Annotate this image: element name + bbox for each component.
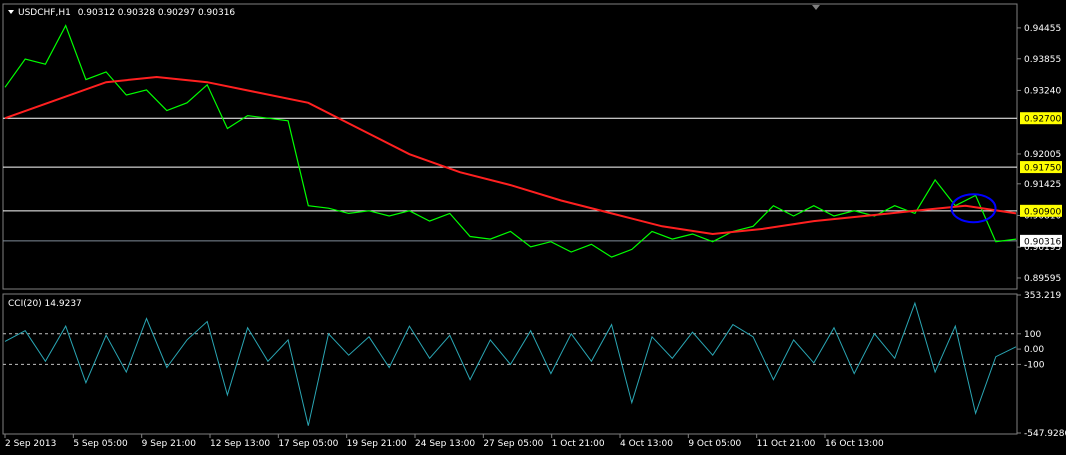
main-frame bbox=[2, 3, 1018, 290]
main-y-tick-label: 0.89595 bbox=[1024, 274, 1061, 284]
x-tick-label: 24 Sep 13:00 bbox=[415, 439, 475, 449]
main-y-tick-label: 0.93855 bbox=[1024, 55, 1061, 65]
price-line bbox=[4, 24, 1017, 258]
cci-y-tick-label: 0.00 bbox=[1024, 345, 1044, 355]
time-axis: 2 Sep 2013 5 Sep 05:00 9 Sep 21:00 12 Sep 1… bbox=[4, 434, 884, 449]
cci-y-tick-label: -547.9286 bbox=[1024, 429, 1066, 439]
x-tick-label: 9 Oct 05:00 bbox=[688, 439, 741, 449]
symbol-timeframe: USDCHF,H1 bbox=[18, 8, 71, 18]
x-tick-label: 5 Sep 05:00 bbox=[73, 439, 128, 449]
main-y-tick-label: 0.91425 bbox=[1024, 180, 1061, 190]
x-tick-label: 9 Sep 21:00 bbox=[142, 439, 197, 449]
cci-label: CCI(20) 14.9237 bbox=[8, 299, 82, 309]
level-label: 0.92700 bbox=[1024, 115, 1061, 125]
menu-triangle-icon[interactable] bbox=[8, 10, 14, 14]
cci-line bbox=[4, 301, 1017, 426]
x-tick-label: 27 Sep 05:00 bbox=[483, 439, 543, 449]
cci-y-axis: 353.219 100 0.00 -100 -547.9286 bbox=[1017, 291, 1066, 439]
level-label: 0.90316 bbox=[1024, 237, 1061, 247]
svg-text:USDCHF,H1 0.90312 0.90328: USDCHF,H1 0.90312 0.90328 0.90297 0.9031… bbox=[18, 8, 235, 18]
x-tick-label: 1 Oct 21:00 bbox=[552, 439, 605, 449]
level-label: 0.91750 bbox=[1024, 164, 1061, 174]
x-tick-label: 17 Sep 05:00 bbox=[278, 439, 338, 449]
cci-series bbox=[4, 301, 1017, 426]
price-series bbox=[4, 24, 1017, 258]
x-tick-label: 11 Oct 21:00 bbox=[757, 439, 816, 449]
x-tick-label: 4 Oct 13:00 bbox=[620, 439, 673, 449]
x-tick-label: 19 Sep 21:00 bbox=[347, 439, 407, 449]
main-y-tick-label: 0.94455 bbox=[1024, 24, 1061, 34]
chart-shift-marker[interactable] bbox=[812, 5, 820, 10]
x-tick-label: 2 Sep 2013 bbox=[5, 439, 56, 449]
horizontal-levels[interactable]: 0.92700 0.91750 0.90900 0.90316 bbox=[3, 112, 1062, 247]
chart-canvas: USDCHF,H1 0.90312 0.90328 0.90297 0.9031… bbox=[2, 3, 1066, 449]
x-tick-label: 16 Oct 13:00 bbox=[825, 439, 884, 449]
main-y-tick-label: 0.92005 bbox=[1024, 150, 1061, 160]
cci-y-tick-label: -100 bbox=[1024, 360, 1045, 370]
cci-y-tick-label: 353.219 bbox=[1024, 291, 1061, 301]
blue-ellipse[interactable] bbox=[950, 193, 997, 224]
annotation-ellipse[interactable] bbox=[950, 193, 997, 224]
level-label: 0.90900 bbox=[1024, 207, 1061, 217]
x-tick-label: 12 Sep 13:00 bbox=[210, 439, 270, 449]
ohlc-values: 0.90312 0.90328 0.90297 0.90316 bbox=[78, 8, 236, 18]
cci-y-tick-label: 100 bbox=[1024, 330, 1041, 340]
main-y-tick-label: 0.93240 bbox=[1024, 86, 1061, 96]
